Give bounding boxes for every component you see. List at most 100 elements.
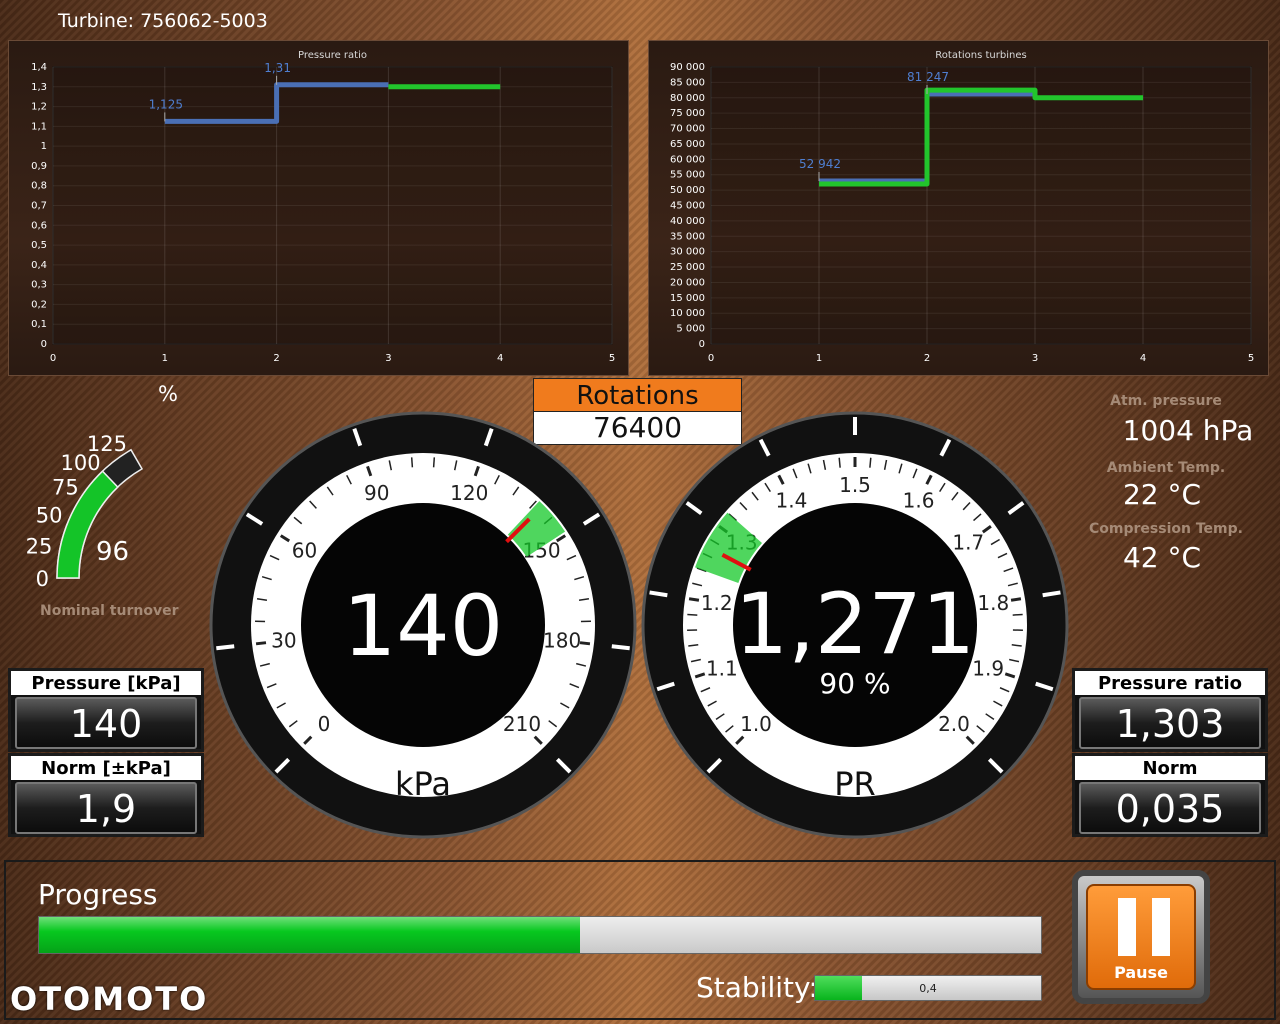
data-point-label: 52 942	[799, 157, 841, 171]
norm-label: Norm	[1075, 756, 1265, 780]
y-tick-label: 0	[41, 339, 47, 350]
turbine-title: Turbine: 756062-5003	[58, 10, 268, 32]
turnover-tick-label: 0	[36, 567, 49, 591]
y-tick-label: 65 000	[670, 139, 705, 150]
turnover-tick-label: 75	[52, 475, 79, 499]
y-tick-label: 1,1	[31, 121, 47, 132]
y-tick-label: 90 000	[670, 62, 705, 73]
rotations-chart: Rotations turbines 90 000 85 000 80 000 75 0…	[648, 40, 1269, 376]
x-tick-label: 1	[162, 353, 168, 364]
pause-icon-right-bar	[1152, 898, 1170, 956]
y-tick-label: 0,6	[31, 220, 47, 231]
x-tick-label: 4	[1140, 353, 1146, 364]
y-tick-label: 45 000	[670, 201, 705, 212]
chart-title: Rotations turbines	[935, 50, 1026, 61]
chart-title: Pressure ratio	[298, 50, 367, 61]
compression-temp-value: 42 °C	[1122, 541, 1202, 574]
x-tick-label: 1	[816, 353, 822, 364]
pause-button-face[interactable]: Pause	[1086, 884, 1196, 990]
stability-bar: 0,4	[814, 975, 1042, 1001]
gauge-percent: 90 %	[819, 667, 890, 700]
y-tick-label: 75 000	[670, 108, 705, 119]
gauge-tick-label: 180	[543, 629, 581, 653]
norm-value: 0,035	[1079, 782, 1261, 834]
norm-kpa-readout: Norm [±kPa] 1,9	[8, 753, 204, 837]
pressure-ratio-value: 1,303	[1079, 697, 1261, 749]
x-tick-label: 5	[609, 353, 615, 364]
turnover-value: 96	[96, 537, 129, 567]
y-tick-label: 5 000	[676, 324, 705, 335]
progress-bar-fill	[39, 917, 581, 953]
gauge-tick-label: 0	[318, 712, 331, 736]
bezel-tick	[611, 644, 630, 651]
dial-tick	[838, 457, 841, 468]
atm-pressure-label: Atm. pressure	[1110, 393, 1222, 409]
x-tick-label: 5	[1248, 353, 1254, 364]
pressure-ratio-readout: Pressure ratio 1,303	[1072, 668, 1268, 752]
watermark-logo: OTOMOTO	[10, 980, 209, 1018]
y-tick-label: 0,7	[31, 201, 47, 212]
gauge-tick-label: 1.8	[977, 591, 1009, 615]
y-tick-label: 35 000	[670, 231, 705, 242]
y-tick-label: 0,2	[31, 299, 47, 310]
turnover-tick-label: 25	[26, 535, 53, 559]
ambient-temp-value: 22 °C	[1122, 478, 1202, 511]
gauge-tick-label: 1.2	[701, 591, 733, 615]
y-tick-label: 0,5	[31, 240, 47, 251]
y-tick-label: 0,9	[31, 161, 47, 172]
gauge-tick-label: 60	[292, 539, 317, 563]
dial-tick	[255, 641, 267, 646]
pressure-ratio-label: Pressure ratio	[1075, 671, 1265, 695]
data-point-label: 81 247	[907, 70, 949, 84]
dial-tick	[869, 457, 872, 468]
gauge-tick-label: 1.4	[776, 488, 808, 512]
x-tick-label: 2	[273, 353, 279, 364]
rotations-chart-svg: Rotations turbines 90 000 85 000 80 000 75 0…	[670, 50, 1254, 364]
y-tick-label: 85 000	[670, 77, 705, 88]
dial-tick	[1012, 613, 1023, 616]
y-tick-label: 15 000	[670, 293, 705, 304]
y-tick-label: 0,1	[31, 319, 47, 330]
y-tick-label: 0,8	[31, 181, 47, 192]
gauge-tick-label: 2.0	[938, 712, 970, 736]
pressure-ratio-gauge: 1.01.11.21.31.41.51.61.71.81.92.01,27190…	[641, 411, 1069, 839]
stability-value: 0,4	[919, 982, 937, 995]
gauge-tick-label: 1.7	[952, 531, 984, 555]
y-tick-label: 10 000	[670, 308, 705, 319]
y-tick-label: 20 000	[670, 277, 705, 288]
norm-readout: Norm 0,035	[1072, 753, 1268, 837]
rotations-label: Rotations	[533, 378, 742, 412]
bezel-tick	[1042, 590, 1061, 598]
y-tick-label: 25 000	[670, 262, 705, 273]
pressure-ratio-chart: Pressure ratio 1,4 1,3 1,2 1,1 1 0,9 0,8 0,7 0,6 0…	[8, 40, 629, 376]
nominal-turnover-gauge: 1251007550250%96Nominal turnover	[26, 382, 179, 618]
bezel-tick	[649, 590, 668, 598]
bezel-tick	[216, 644, 235, 651]
gauge-tick-label: 30	[271, 629, 296, 653]
x-tick-label: 3	[385, 353, 391, 364]
x-tick-label: 3	[1032, 353, 1038, 364]
dial-tick	[432, 457, 436, 468]
y-tick-label: 1,4	[31, 62, 47, 73]
ambient-temp-label: Ambient Temp.	[1106, 460, 1226, 476]
turnover-unit: %	[158, 382, 178, 406]
pressure-ratio-chart-svg: Pressure ratio 1,4 1,3 1,2 1,1 1 0,9 0,8 0,7 0,6 0…	[31, 50, 615, 364]
pause-button[interactable]: Pause	[1072, 870, 1210, 1004]
y-tick-label: 0,4	[31, 260, 47, 271]
pressure-kpa-readout: Pressure [kPa] 140	[8, 668, 204, 752]
progress-bar	[38, 916, 1042, 954]
pressure-kpa-gauge: 0306090 120150180210140kPa	[209, 411, 637, 839]
compression-temp-label: Compression Temp.	[1089, 521, 1243, 537]
pause-label: Pause	[1114, 963, 1168, 982]
turnover-tick-label: 100	[61, 451, 101, 475]
gauge-value: 1,271	[735, 575, 975, 673]
y-tick-label: 1,3	[31, 82, 47, 93]
x-tick-label: 2	[924, 353, 930, 364]
gauge-tick-label: 1.9	[972, 656, 1004, 680]
norm-kpa-value: 1,9	[15, 782, 197, 834]
y-tick-label: 40 000	[670, 216, 705, 227]
turnover-tick-label: 50	[36, 504, 63, 528]
dial-tick	[687, 613, 698, 616]
atm-pressure-value: 1004 hPa	[1122, 414, 1254, 447]
gauge-unit: kPa	[395, 765, 451, 803]
